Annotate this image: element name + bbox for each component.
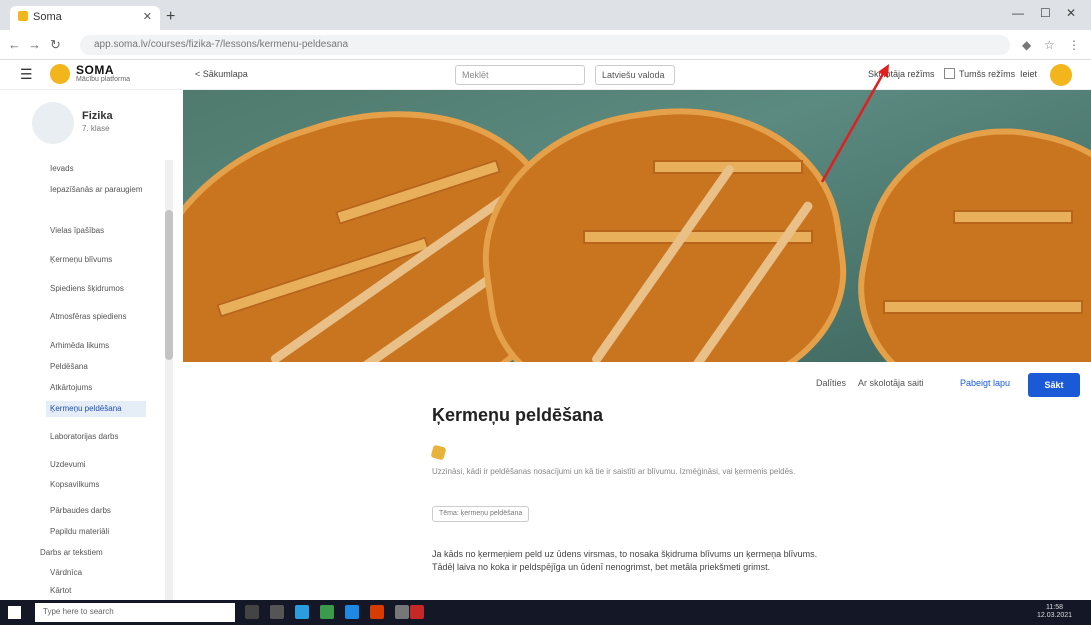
taskbar-search[interactable]: Type here to search [35, 603, 235, 622]
start-button[interactable]: Sākt [1028, 373, 1080, 397]
sidebar-item[interactable]: Ķermeņu blīvums [50, 255, 150, 265]
address-bar: ← → ↻ app.soma.lv/courses/fizika-7/lesso… [0, 30, 1091, 60]
clock-date: 12.03.2021 [1037, 612, 1073, 619]
windows-start-icon[interactable] [8, 606, 21, 619]
page-title: Ķermeņu peldēšana [432, 405, 604, 425]
share-button[interactable]: Dalīties [816, 378, 846, 388]
login-link[interactable]: Ieiet [1020, 69, 1037, 79]
sidebar-item[interactable]: Arhimēda likums [50, 341, 150, 351]
clock-time: 11:58 [1046, 604, 1064, 611]
browser-tab-bar: Soma ✕ + — ☐ ✕ [0, 0, 1091, 30]
search-input[interactable]: Meklēt [455, 65, 585, 85]
sidebar-item[interactable]: Peldēšana [50, 362, 150, 372]
boat-shape [837, 101, 1091, 362]
course-sidebar: Fizika 7. klase Ievads Iepazīšanās ar pa… [0, 90, 180, 600]
window-close-icon[interactable]: ✕ [1066, 6, 1076, 20]
store-icon[interactable] [345, 605, 359, 619]
boat-seat [953, 210, 1073, 224]
sidebar-item[interactable]: Pārbaudes darbs [50, 506, 150, 516]
browser-tab[interactable]: Soma ✕ [10, 6, 160, 30]
sidebar-item[interactable]: Laboratorijas darbs [50, 432, 150, 442]
sidebar-item[interactable]: Spiediens šķidrumos [50, 284, 150, 294]
mark-done-link[interactable]: Pabeigt lapu [960, 378, 1010, 388]
boat-seat [883, 300, 1083, 314]
bookmark-icon[interactable]: ☆ [1044, 38, 1055, 52]
lesson-description: Uzzināsi, kādi ir peldēšanas nosacījumi … [432, 467, 796, 476]
logo-subtitle: Mācību platforma [76, 76, 131, 83]
sidebar-item[interactable]: Atkārtojums [50, 383, 150, 393]
back-arrow-icon[interactable]: ← [8, 37, 21, 52]
sidebar-item[interactable]: Papildu materiāli [50, 527, 150, 537]
subject-title: Fizika [82, 110, 113, 122]
sidebar-item[interactable]: Kārtot [50, 586, 150, 596]
back-link[interactable]: < Sākumlapa [195, 69, 248, 79]
maximize-icon[interactable]: ☐ [1040, 6, 1051, 20]
sidebar-item[interactable]: Atmosfēras spiediens [50, 312, 150, 322]
favicon-icon [18, 11, 28, 21]
app-icon[interactable] [370, 605, 384, 619]
hero-image [183, 90, 1091, 362]
cortana-icon[interactable] [245, 605, 259, 619]
sidebar-item[interactable]: Iepazīšanās ar paraugiem [50, 185, 150, 195]
soma-logo-icon[interactable] [50, 64, 70, 84]
sidebar-item[interactable]: Vielas īpašības [50, 226, 150, 236]
logo-text[interactable]: SOMA [76, 63, 114, 77]
sidebar-item[interactable]: Uzdevumi [50, 460, 150, 470]
app-icon[interactable] [395, 605, 409, 619]
boat-shape [464, 90, 862, 362]
sidebar-item[interactable]: Ievads [50, 164, 150, 174]
taskbar: Type here to search 11:58 12.03.2021 [0, 600, 1091, 625]
subject-image [32, 102, 74, 144]
edge-icon[interactable] [295, 605, 309, 619]
sidebar-item[interactable]: Vārdnīca [50, 568, 150, 578]
task-view-icon[interactable] [270, 605, 284, 619]
sidebar-section[interactable]: Darbs ar tekstiem [40, 548, 140, 558]
sidebar-item[interactable]: Kopsavilkums [50, 480, 150, 490]
teacher-mode-link[interactable]: Skolotāja režīms [868, 69, 935, 79]
subject-subtitle: 7. klase [82, 124, 110, 133]
reload-icon[interactable]: ↻ [50, 37, 61, 53]
topic-tag[interactable]: Tēma: ķermeņu peldēšana [432, 506, 530, 522]
menu-icon[interactable]: ⋮ [1068, 38, 1080, 52]
avatar[interactable] [1050, 64, 1072, 86]
dark-mode-label: Tumšs režīms [959, 69, 1016, 79]
taskbar-clock[interactable]: 11:58 12.03.2021 [1037, 604, 1072, 620]
lesson-icon [430, 444, 447, 461]
language-select[interactable]: Latviešu valoda [595, 65, 675, 85]
forward-arrow-icon[interactable]: → [28, 37, 41, 52]
new-tab-icon[interactable]: + [166, 8, 175, 26]
sidebar-item-active[interactable]: Ķermeņu peldēšana [46, 401, 146, 417]
close-tab-icon[interactable]: ✕ [143, 10, 152, 23]
url-field[interactable]: app.soma.lv/courses/fizika-7/lessons/ker… [80, 35, 1010, 55]
tab-title: Soma [33, 11, 62, 23]
app-header: ☰ SOMA Mācību platforma < Sākumlapa Mekl… [0, 60, 1091, 90]
lesson-body-text: Ja kāds no ķermeņiem peld uz ūdens virsm… [432, 549, 818, 572]
sidebar-scroll-thumb[interactable] [165, 210, 173, 360]
app-icon[interactable] [410, 605, 424, 619]
hamburger-menu-icon[interactable]: ☰ [20, 66, 33, 83]
extension-icon[interactable]: ◆ [1022, 38, 1031, 52]
dark-mode-checkbox[interactable] [944, 68, 955, 79]
minimize-icon[interactable]: — [1012, 6, 1024, 20]
mail-icon[interactable] [320, 605, 334, 619]
teacher-view-select[interactable]: Ar skolotāja saiti [858, 378, 924, 388]
